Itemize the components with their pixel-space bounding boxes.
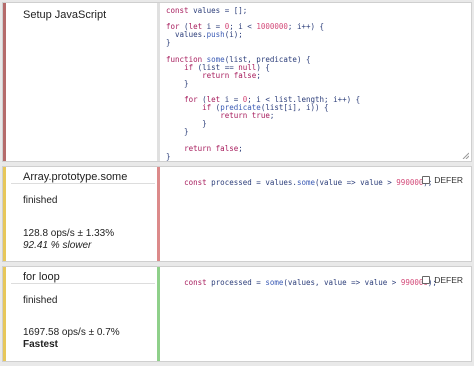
comparison-text: 92.41 % slower bbox=[23, 240, 92, 251]
resize-handle-icon[interactable] bbox=[461, 151, 469, 159]
defer-toggle[interactable]: DEFER bbox=[422, 175, 463, 185]
code-line: values.push(i); bbox=[166, 30, 243, 40]
test-status: finished bbox=[23, 295, 58, 306]
setup-label: Setup JavaScript bbox=[23, 9, 107, 21]
test-panel-for-loop: for loop finished 1697.58 ops/s ± 0.7% F… bbox=[2, 266, 472, 362]
test-name: for loop bbox=[23, 271, 60, 283]
defer-label: DEFER bbox=[434, 275, 463, 285]
defer-checkbox[interactable] bbox=[422, 176, 431, 184]
setup-status-bar bbox=[3, 3, 6, 161]
test-name-field[interactable]: for loop bbox=[11, 269, 155, 284]
defer-label: DEFER bbox=[434, 175, 463, 185]
test-name-field[interactable]: Array.prototype.some bbox=[11, 169, 155, 184]
code-line: } bbox=[166, 78, 189, 88]
test-code: const processed = values.some(value => v… bbox=[184, 178, 432, 188]
test-status-bar bbox=[3, 167, 6, 261]
setup-code-editor[interactable]: const values = []; for (let i = 0; i < 1… bbox=[157, 3, 471, 161]
ops-per-second: 128.8 ops/s ± 1.33% bbox=[23, 228, 115, 239]
code-line: } bbox=[166, 127, 189, 137]
code-line: return false; bbox=[202, 70, 261, 80]
test-code: const processed = some(values, value => … bbox=[184, 278, 437, 288]
defer-checkbox[interactable] bbox=[422, 276, 431, 284]
code-line: return false; bbox=[184, 143, 243, 153]
test-name: Array.prototype.some bbox=[23, 171, 128, 183]
code-line: return true; bbox=[220, 111, 275, 121]
test-status: finished bbox=[23, 195, 58, 206]
code-line: } bbox=[166, 151, 171, 161]
setup-panel: Setup JavaScript const values = []; for … bbox=[2, 2, 472, 162]
defer-toggle[interactable]: DEFER bbox=[422, 275, 463, 285]
ops-per-second: 1697.58 ops/s ± 0.7% bbox=[23, 327, 120, 338]
test-status-bar bbox=[3, 267, 6, 361]
code-line: } bbox=[166, 38, 171, 48]
test-panel-some: Array.prototype.some finished 128.8 ops/… bbox=[2, 166, 472, 262]
code-line: const values = []; bbox=[166, 6, 248, 15]
comparison-text: Fastest bbox=[23, 339, 59, 350]
code-line: } bbox=[166, 119, 207, 129]
